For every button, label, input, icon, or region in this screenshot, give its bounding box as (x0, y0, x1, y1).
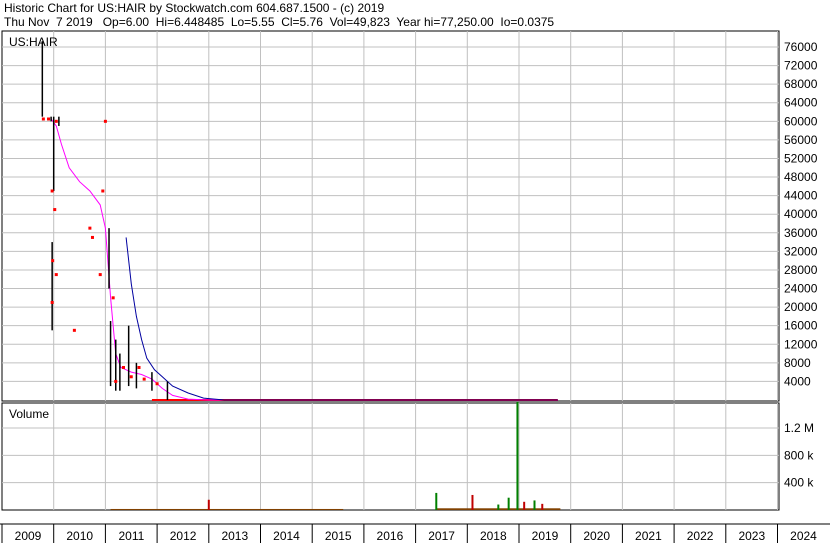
close-marker (137, 365, 141, 369)
price-tick-label: 8000 (784, 356, 811, 370)
price-tick-label: 40000 (784, 207, 818, 221)
close-marker (129, 375, 133, 379)
price-tick-label: 44000 (784, 189, 818, 203)
close-marker (114, 379, 118, 383)
price-tick-label: 56000 (784, 133, 818, 147)
x-tick-label: 2023 (738, 529, 765, 543)
close-marker (103, 119, 107, 123)
x-tick-label: 2012 (170, 529, 197, 543)
x-tick-label: 2024 (790, 529, 817, 543)
x-tick-label: 2015 (325, 529, 352, 543)
price-tick-label: 76000 (784, 40, 818, 54)
close-marker (101, 189, 105, 193)
x-tick-label: 2010 (66, 529, 93, 543)
close-marker (88, 226, 92, 230)
price-tick-label: 20000 (784, 300, 818, 314)
price-tick-label: 16000 (784, 319, 818, 333)
x-tick-label: 2016 (377, 529, 404, 543)
close-marker (121, 365, 125, 369)
price-tick-label: 12000 (784, 337, 818, 351)
volume-panel (1, 402, 780, 511)
price-tick-label: 24000 (784, 282, 818, 296)
price-tick-label: 52000 (784, 151, 818, 165)
volume-panel-title: Volume (9, 407, 49, 421)
x-tick-label: 2017 (428, 529, 455, 543)
close-marker (50, 300, 54, 304)
close-marker (54, 119, 58, 123)
x-tick-label: 2011 (118, 529, 144, 543)
close-marker (47, 117, 51, 121)
stock-chart: 76000 72000 68000 64000 60000 56000 52000 48000… (0, 30, 830, 543)
close-marker (155, 382, 159, 386)
price-tick-label: 60000 (784, 114, 818, 128)
x-tick-label: 2009 (15, 529, 42, 543)
price-panel-title: US:HAIR (9, 35, 58, 49)
close-marker (111, 296, 115, 300)
price-tick-label: 36000 (784, 226, 818, 240)
price-tick-label: 28000 (784, 263, 818, 277)
volume-baseline-band (110, 508, 344, 510)
price-tick-label: 32000 (784, 244, 818, 258)
price-tick-label: 64000 (784, 96, 818, 110)
close-marker (50, 189, 54, 193)
close-marker (98, 273, 102, 277)
x-tick-label: 2022 (687, 529, 714, 543)
x-tick-label: 2021 (635, 529, 662, 543)
x-tick-label: 2014 (273, 529, 300, 543)
close-marker (90, 235, 94, 239)
close-marker (72, 328, 76, 332)
x-tick-label: 2013 (221, 529, 248, 543)
close-marker (54, 273, 58, 277)
x-tick-label: 2019 (532, 529, 559, 543)
price-tick-label: 48000 (784, 170, 818, 184)
volume-tick-label: 1.2 M (784, 421, 814, 435)
volume-tick-label: 800 k (784, 448, 814, 462)
close-marker (51, 259, 55, 263)
close-marker (41, 117, 45, 121)
price-tick-label: 68000 (784, 77, 818, 91)
price-tick-label: 72000 (784, 59, 818, 73)
x-tick-label: 2018 (480, 529, 507, 543)
price-tick-label: 4000 (784, 374, 811, 388)
price-panel (1, 30, 780, 402)
close-marker (53, 208, 57, 212)
close-marker (142, 377, 146, 381)
x-tick-label: 2020 (583, 529, 610, 543)
volume-tick-label: 400 k (784, 476, 814, 490)
